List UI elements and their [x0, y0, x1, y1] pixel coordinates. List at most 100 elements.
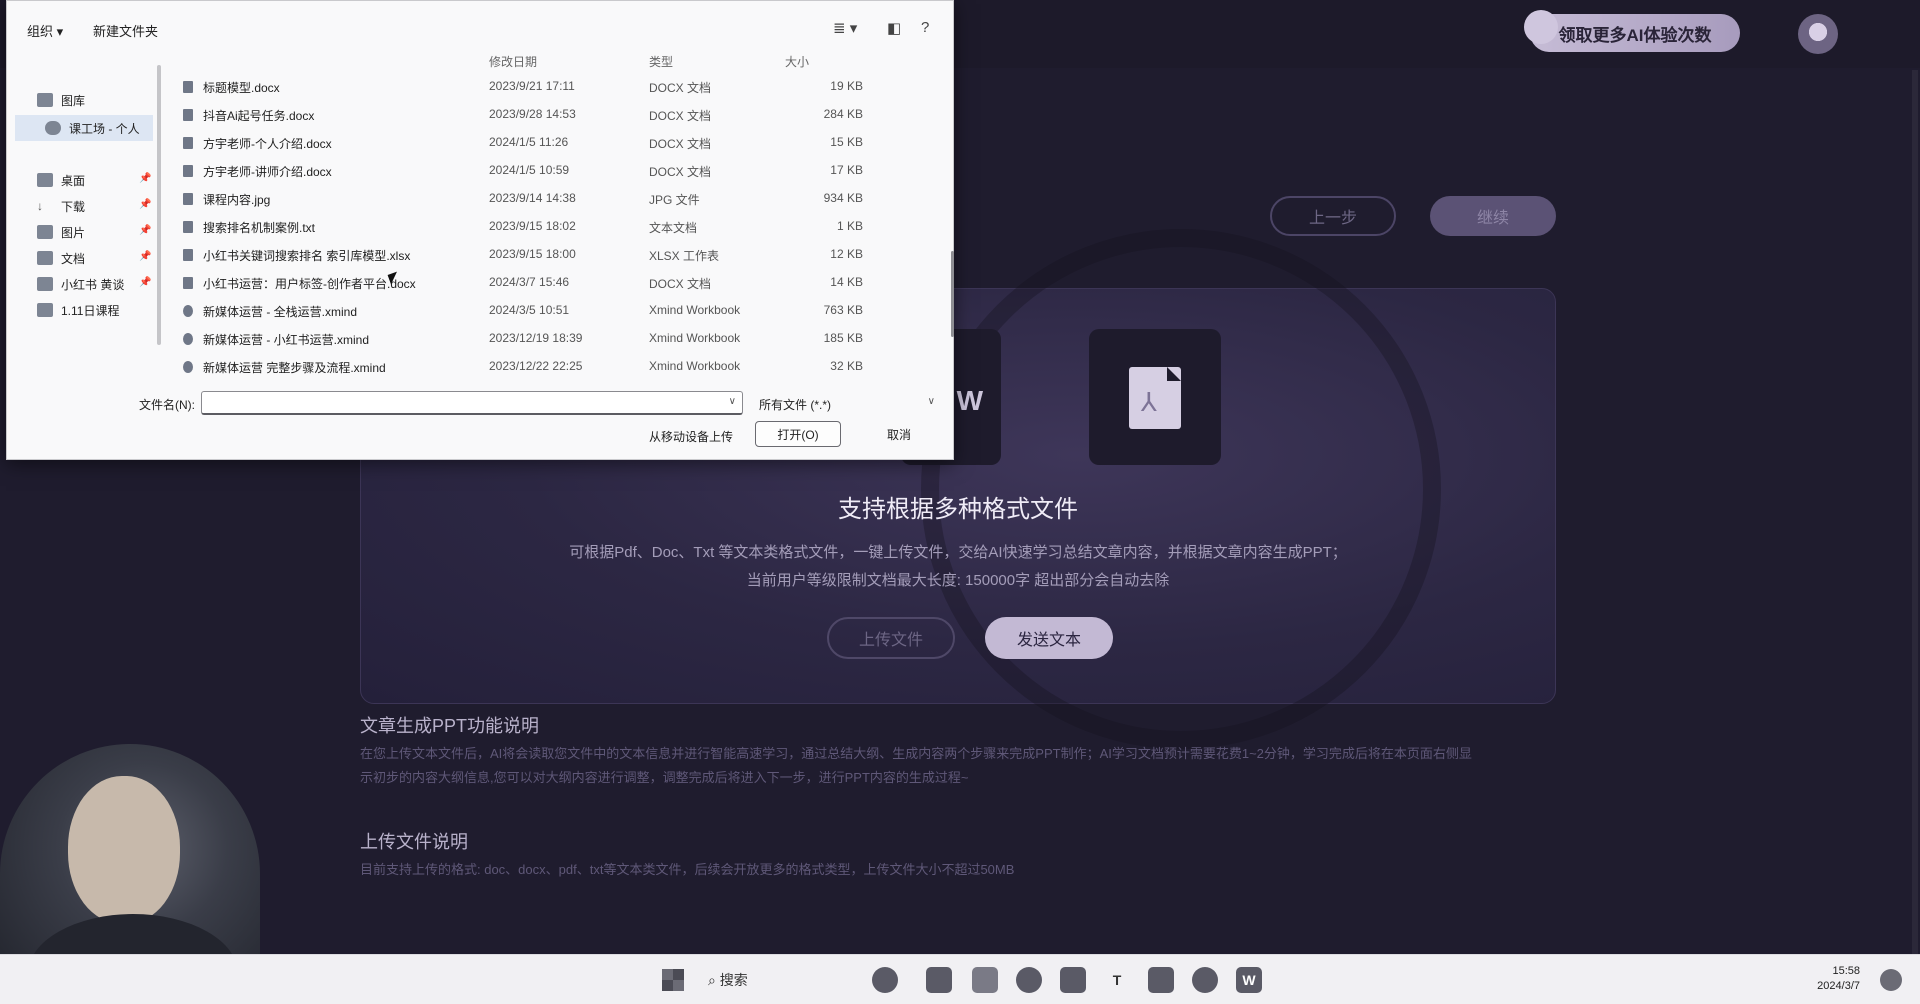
- clock-date: 2024/3/7: [1817, 980, 1860, 992]
- file-row[interactable]: 标题模型.docx 2023/9/21 17:11 DOCX 文档 19 KB: [183, 75, 943, 99]
- folder-icon: [37, 303, 53, 317]
- file-row[interactable]: 课程内容.jpg 2023/9/14 14:38 JPG 文件 934 KB: [183, 187, 943, 211]
- pdf-format-tile: ⅄: [1089, 329, 1221, 465]
- nav-item-label: 小红书 黄谈: [61, 277, 125, 292]
- prev-step-button[interactable]: 上一步: [1270, 196, 1396, 236]
- send-text-button[interactable]: 发送文本: [985, 617, 1113, 659]
- clock-time: 15:58: [1832, 965, 1860, 977]
- column-type[interactable]: 类型: [649, 53, 673, 69]
- cloud-icon: [45, 121, 61, 135]
- search-label: 搜索: [719, 972, 748, 988]
- nav-item-course[interactable]: 1.11日课程: [37, 297, 119, 323]
- user-avatar[interactable]: [1798, 14, 1838, 54]
- nav-item-label: 课工场 - 个人: [69, 121, 140, 136]
- media-app-icon[interactable]: [926, 967, 952, 993]
- docx-file-icon: [183, 277, 193, 289]
- copilot-icon[interactable]: [872, 967, 898, 993]
- promo-label: 领取更多AI体验次数: [1558, 25, 1712, 45]
- chevron-down-icon: ∨: [927, 396, 935, 407]
- file-row[interactable]: 抖音Ai起号任务.docx 2023/9/28 14:53 DOCX 文档 284 K…: [183, 103, 943, 127]
- upload-from-mobile-button[interactable]: 从移动设备上传: [649, 428, 733, 445]
- help-icon[interactable]: ?: [921, 19, 929, 36]
- wps-icon[interactable]: W: [1236, 967, 1262, 993]
- taskbar: ⌕ 搜索 T W 15:58 2024/3/7: [0, 954, 1920, 1004]
- folder-icon: [37, 277, 53, 291]
- pdf-icon: ⅄: [1129, 367, 1181, 429]
- continue-button[interactable]: 继续: [1430, 196, 1556, 236]
- nav-item-cloud-personal[interactable]: 课工场 - 个人: [15, 115, 153, 141]
- file-row[interactable]: 小红书运营：用户标签-创作者平台.docx 2024/3/7 15:46 DOCX …: [183, 271, 943, 295]
- ppt-feature-heading: 文章生成PPT功能说明: [360, 716, 540, 736]
- chevron-down-icon[interactable]: ∨: [729, 396, 736, 407]
- nav-item-gallery[interactable]: 图库: [37, 87, 85, 113]
- file-list-scrollbar[interactable]: [951, 251, 954, 337]
- store-icon[interactable]: [1060, 967, 1086, 993]
- start-menu-icon[interactable]: [662, 969, 684, 991]
- organize-menu[interactable]: 组织 ▾: [27, 21, 63, 40]
- docx-file-icon: [183, 109, 193, 121]
- nav-item-label: 文档: [61, 251, 86, 266]
- nav-item-documents[interactable]: 文档: [37, 245, 85, 271]
- typora-icon[interactable]: T: [1104, 967, 1130, 993]
- preview-pane-icon[interactable]: ◧: [887, 19, 901, 37]
- file-row[interactable]: 搜索排名机制案例.txt 2023/9/15 18:02 文本文档 1 KB: [183, 215, 943, 239]
- nav-item-desktop[interactable]: 桌面: [37, 167, 85, 193]
- view-options-icon[interactable]: ≣ ▾: [833, 19, 857, 37]
- xmind-file-icon: [183, 305, 193, 317]
- file-row[interactable]: 新媒体运营 完整步骤及流程.xmind 2023/12/22 22:25 Xmind…: [183, 355, 943, 379]
- xmind-file-icon: [183, 361, 193, 373]
- pin-icon: 📌: [139, 225, 152, 236]
- xlsx-file-icon: [183, 249, 193, 261]
- new-folder-button[interactable]: 新建文件夹: [93, 21, 158, 40]
- upload-notes-heading: 上传文件说明: [360, 832, 468, 852]
- gallery-icon: [37, 93, 53, 107]
- pin-icon: 📌: [139, 251, 152, 262]
- taskbar-search[interactable]: ⌕ 搜索: [708, 970, 748, 990]
- cancel-button[interactable]: 取消: [855, 421, 943, 447]
- nav-item-xiaohongshu[interactable]: 小红书 黄谈: [37, 271, 124, 297]
- upload-file-button[interactable]: 上传文件: [827, 617, 955, 659]
- filter-value: 所有文件 (*.*): [759, 398, 832, 412]
- dialog-toolbar: 组织 ▾ 新建文件夹 ≣ ▾ ◧ ?: [7, 1, 953, 53]
- navigation-pane: 图库 课工场 - 个人 桌面 ↓ 下载 图片 文档 小红书 黄谈 1.11日课程: [7, 53, 157, 375]
- word-icon: W: [956, 385, 983, 416]
- jpg-file-icon: [183, 193, 193, 205]
- open-button[interactable]: 打开(O): [755, 421, 841, 447]
- panel-title: 支持根据多种格式文件: [838, 496, 1078, 523]
- docx-file-icon: [183, 137, 193, 149]
- clock[interactable]: 15:58 2024/3/7: [1806, 964, 1860, 994]
- chrome-icon[interactable]: [1192, 967, 1218, 993]
- file-row[interactable]: 新媒体运营 - 全栈运营.xmind 2024/3/5 10:51 Xmind Wo…: [183, 299, 943, 323]
- filename-input[interactable]: ∨: [201, 391, 743, 415]
- upload-notes-text: 目前支持上传的格式: doc、docx、pdf、txt等文本类文件，后续会开放更…: [360, 862, 1015, 877]
- notification-icon[interactable]: [1880, 969, 1902, 991]
- file-row[interactable]: 新媒体运营 - 小红书运营.xmind 2023/12/19 18:39 Xmind…: [183, 327, 943, 351]
- edge-browser-icon[interactable]: [1016, 967, 1042, 993]
- file-type-filter[interactable]: 所有文件 (*.*) ∨: [753, 391, 943, 415]
- docx-file-icon: [183, 81, 193, 93]
- txt-file-icon: [183, 221, 193, 233]
- ppt-feature-text-2: 示初步的内容大纲信息,您可以对大纲内容进行调整，调整完成后将进入下一步，进行PP…: [360, 770, 969, 785]
- docx-file-icon: [183, 165, 193, 177]
- page-scrollbar[interactable]: [1912, 70, 1918, 960]
- documents-icon: [37, 251, 53, 265]
- file-row[interactable]: 方宇老师-个人介绍.docx 2024/1/5 11:26 DOCX 文档 15 KB: [183, 131, 943, 155]
- open-file-dialog: 组织 ▾ 新建文件夹 ≣ ▾ ◧ ? 图库 课工场 - 个人 桌面 ↓ 下载 图…: [6, 0, 954, 460]
- file-row[interactable]: 小红书关键词搜索排名 索引库模型.xlsx 2023/9/15 18:00 XLSX…: [183, 243, 943, 267]
- column-date[interactable]: 修改日期: [489, 53, 537, 69]
- nav-scrollbar[interactable]: [157, 65, 161, 345]
- panel-length-limit: 当前用户等级限制文档最大长度: 150000字 超出部分会自动去除: [746, 572, 1170, 589]
- download-icon: ↓: [37, 199, 43, 213]
- nav-item-downloads[interactable]: ↓ 下载: [37, 193, 85, 219]
- nav-item-pictures[interactable]: 图片: [37, 219, 85, 245]
- presenter-head: [68, 776, 180, 924]
- file-row[interactable]: 方宇老师-讲师介绍.docx 2024/1/5 10:59 DOCX 文档 17 KB: [183, 159, 943, 183]
- panel-description: 可根据Pdf、Doc、Txt 等文本类格式文件，一键上传文件，交给AI快速学习总…: [569, 544, 1347, 561]
- file-explorer-icon[interactable]: [972, 967, 998, 993]
- column-size[interactable]: 大小: [785, 53, 809, 69]
- notepad-icon[interactable]: [1148, 967, 1174, 993]
- promo-button[interactable]: 领取更多AI体验次数: [1524, 10, 1740, 52]
- ppt-feature-text-1: 在您上传文本文件后，AI将会读取您文件中的文本信息并进行智能高速学习，通过总结大…: [360, 746, 1472, 761]
- nav-item-label: 图片: [61, 225, 86, 240]
- xmind-file-icon: [183, 333, 193, 345]
